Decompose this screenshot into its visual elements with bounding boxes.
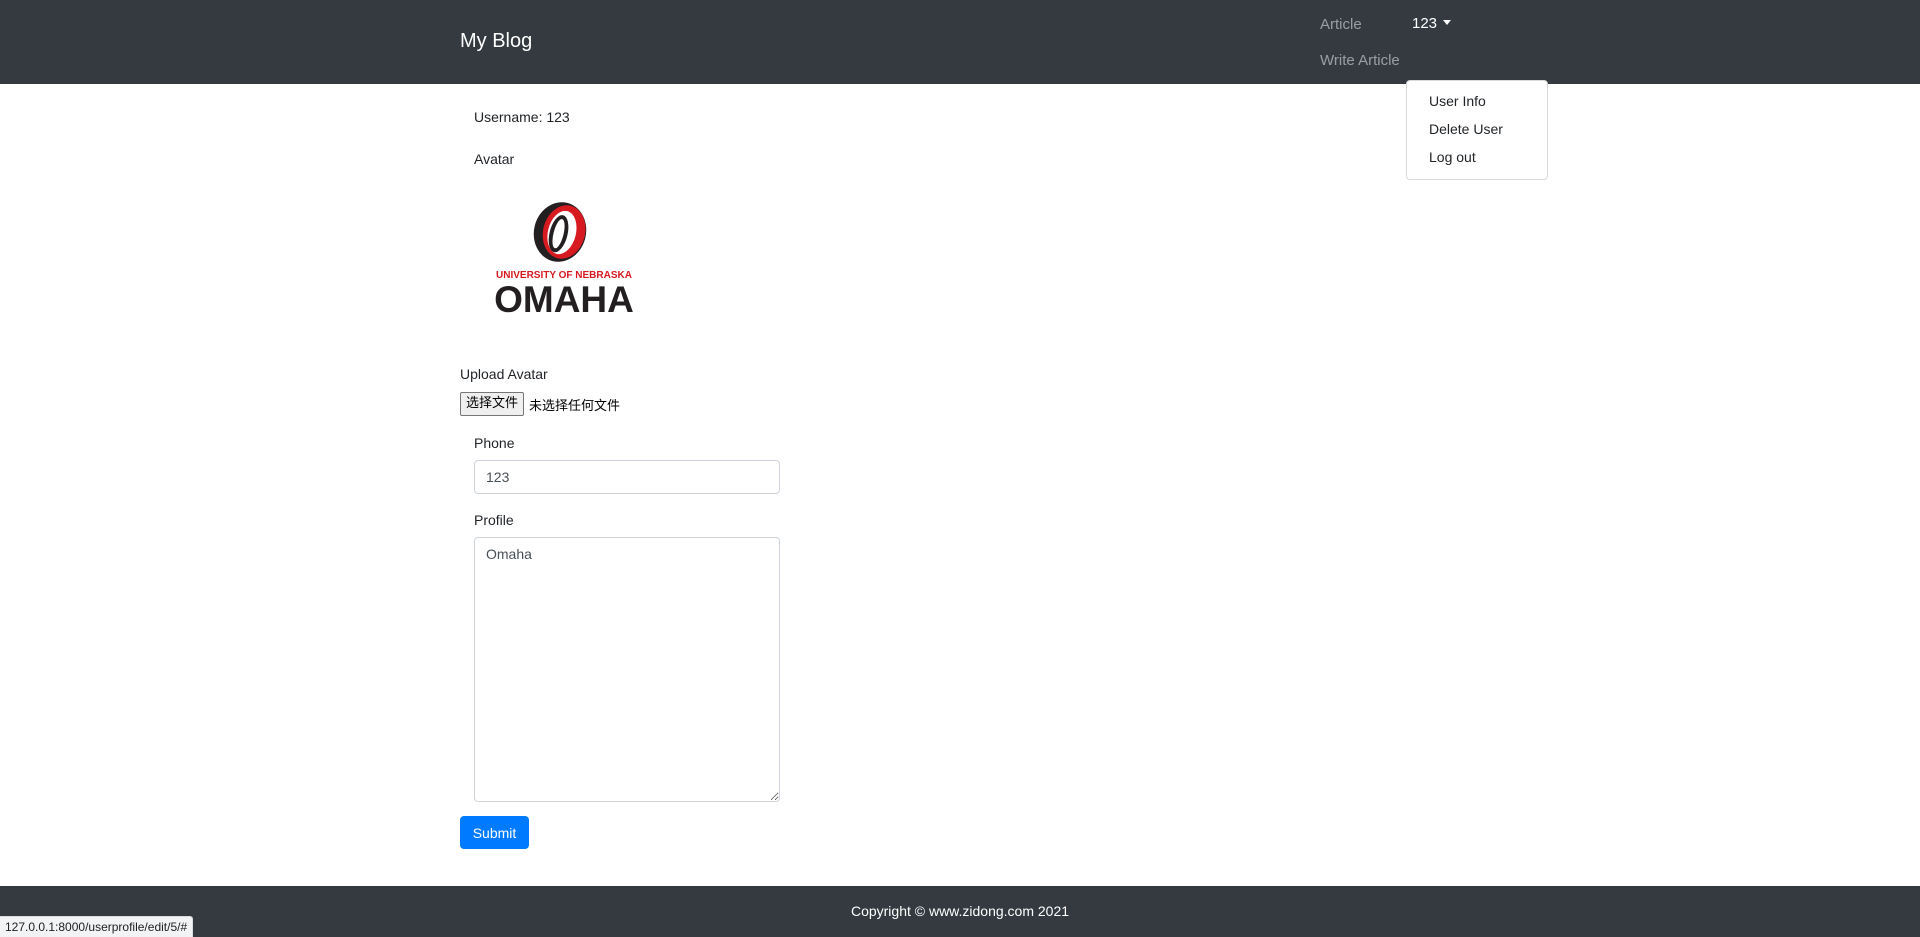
footer: Copyright © www.zidong.com 2021 [0,886,1920,937]
avatar-label: Avatar [474,151,515,167]
phone-label: Phone [474,435,515,451]
profile-textarea[interactable]: Omaha [474,537,780,802]
dropdown-item-user-info[interactable]: User Info [1407,87,1547,115]
submit-button[interactable]: Submit [460,816,529,849]
phone-field[interactable] [474,460,780,494]
logo-line2: OMAHA [494,279,634,320]
profile-label: Profile [474,512,514,528]
university-logo: UNIVERSITY OF NEBRASKA OMAHA [494,202,634,320]
file-status-text: 未选择任何文件 [529,398,621,414]
username-text: Username: 123 [474,109,570,125]
nav-write-article-link[interactable]: Write Article [1320,52,1400,69]
upload-avatar-label: Upload Avatar [460,366,548,382]
choose-file-button[interactable]: 选择文件 [460,392,525,416]
file-input[interactable]: 选择文件 未选择任何文件 [460,392,620,416]
dropdown-item-log-out[interactable]: Log out [1407,143,1547,171]
caret-down-icon [1443,20,1452,25]
user-menu-toggle[interactable]: 123 [1412,15,1452,32]
copyright-text: Copyright © www.zidong.com 2021 [850,903,1070,919]
top-navbar: My Blog Article Write Article 123 [0,0,1920,84]
status-bar-url: 127.0.0.1:8000/userprofile/edit/5/# [0,916,194,937]
user-dropdown-menu: User Info Delete User Log out [1406,80,1548,180]
user-menu-label: 123 [1412,15,1438,32]
brand-link[interactable]: My Blog [460,30,532,53]
nav-article-link[interactable]: Article [1320,16,1362,33]
avatar-image: UNIVERSITY OF NEBRASKA OMAHA [474,190,654,336]
dropdown-item-delete-user[interactable]: Delete User [1407,115,1547,143]
